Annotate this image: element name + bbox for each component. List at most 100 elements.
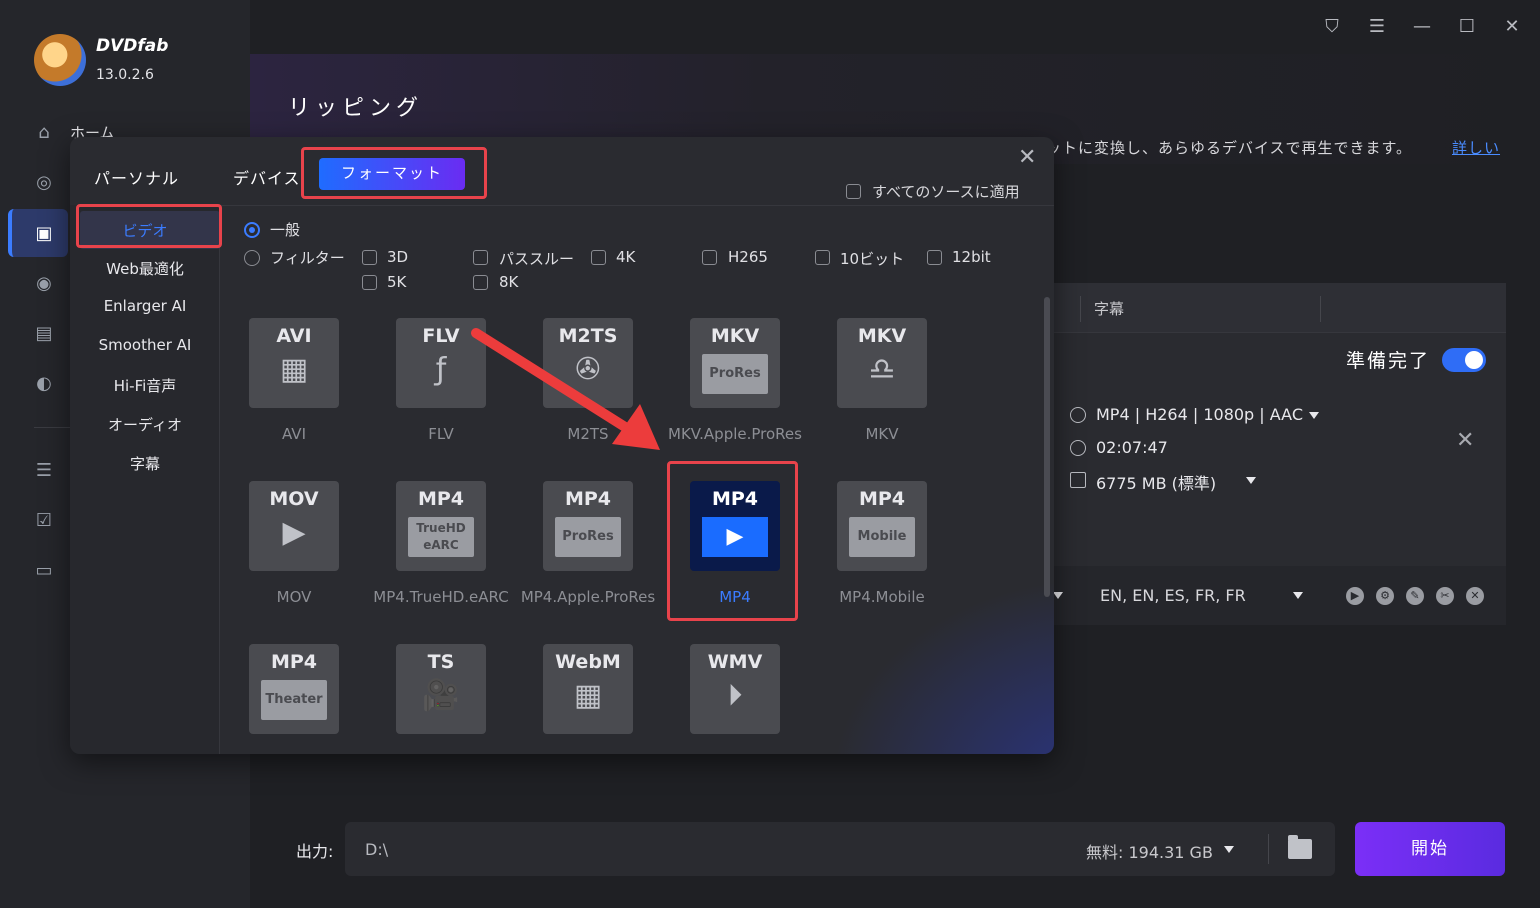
format-mkv-prores-tile[interactable]: MKV ProRes — [690, 318, 780, 408]
settings-icon[interactable]: ⚙ — [1376, 587, 1394, 605]
filter-3d-label[interactable]: 3D — [387, 248, 408, 266]
filter-12bit-checkbox[interactable] — [927, 250, 942, 265]
filter-10bit-label[interactable]: 10ビット — [840, 248, 904, 269]
maximize-icon[interactable]: ☐ — [1454, 14, 1480, 40]
free-space-dropdown-icon[interactable] — [1224, 846, 1234, 853]
more-info-link[interactable]: 詳しい — [1452, 137, 1500, 158]
menu-icon[interactable]: ☰ — [1364, 14, 1390, 40]
filter-10bit-checkbox[interactable] — [815, 250, 830, 265]
filter-4k-label[interactable]: 4K — [616, 248, 635, 266]
category-smoother-ai[interactable]: Smoother AI — [70, 336, 220, 354]
format-code: WebM — [555, 651, 621, 673]
format-flv-tile[interactable]: FLV ƒ — [396, 318, 486, 408]
profile-value[interactable]: MP4 | H264 | 1080p | AAC — [1096, 405, 1303, 424]
task-queue-icon[interactable]: ☰ — [34, 461, 54, 481]
output-path[interactable]: D:\ — [365, 840, 388, 859]
filter-passthrough-checkbox[interactable] — [473, 250, 488, 265]
format-sub-badge: Theater — [261, 680, 327, 720]
size-value[interactable]: 6775 MB (標準) — [1096, 470, 1216, 494]
archive-icon[interactable]: ▭ — [34, 561, 54, 581]
format-mp4-truehd-tile[interactable]: MP4 TrueHD eARC — [396, 481, 486, 571]
brand-name: DVDfab — [96, 36, 169, 56]
format-ts-tile[interactable]: TS 🎥 — [396, 644, 486, 734]
mode-general-label[interactable]: 一般 — [270, 219, 300, 240]
category-hifi-audio[interactable]: Hi-Fi音声 — [70, 375, 220, 396]
size-dropdown-icon[interactable] — [1246, 477, 1256, 484]
format-m2ts-label[interactable]: M2TS — [513, 425, 663, 443]
radio-filter[interactable] — [244, 250, 260, 266]
format-wmv-tile[interactable]: WMV ⏵ — [690, 644, 780, 734]
format-mp4-prores-tile[interactable]: MP4 ProRes — [543, 481, 633, 571]
mkv-icon: ♎ — [868, 352, 896, 387]
radio-general[interactable] — [244, 222, 260, 238]
apply-all-checkbox[interactable] — [846, 184, 861, 199]
format-sub-badge: ProRes — [555, 517, 621, 557]
filter-h265-label[interactable]: H265 — [728, 248, 768, 266]
folder-icon[interactable] — [1288, 835, 1312, 859]
filter-passthrough-label[interactable]: パススルー — [499, 248, 574, 269]
home-icon[interactable]: ⌂ — [34, 123, 54, 143]
mode-filter-label[interactable]: フィルター — [270, 247, 345, 268]
audio-left-dropdown-icon[interactable] — [1053, 592, 1063, 599]
finished-icon[interactable]: ☑ — [34, 511, 54, 531]
filter-5k-checkbox[interactable] — [362, 275, 377, 290]
minimize-icon[interactable]: — — [1409, 14, 1435, 40]
ready-toggle[interactable] — [1442, 348, 1486, 372]
format-flv-label[interactable]: FLV — [366, 425, 516, 443]
format-mp4-mobile-tile[interactable]: MP4 Mobile — [837, 481, 927, 571]
filter-4k-checkbox[interactable] — [591, 250, 606, 265]
filter-3d-checkbox[interactable] — [362, 250, 377, 265]
filter-12bit-label[interactable]: 12bit — [952, 248, 991, 266]
category-web[interactable]: Web最適化 — [70, 258, 220, 279]
format-mkv-label[interactable]: MKV — [807, 425, 957, 443]
audio-dropdown-icon[interactable] — [1293, 592, 1303, 599]
format-mp4-truehd-label[interactable]: MP4.TrueHD.eARC — [366, 588, 516, 606]
filter-8k-label[interactable]: 8K — [499, 273, 518, 291]
skin-icon[interactable]: ⛉ — [1319, 14, 1345, 40]
format-mov-label[interactable]: MOV — [219, 588, 369, 606]
trim-icon[interactable]: ✂ — [1436, 587, 1454, 605]
column-separator — [1320, 296, 1321, 322]
format-mkv-prores-label[interactable]: MKV.Apple.ProRes — [660, 425, 810, 443]
format-avi-label[interactable]: AVI — [219, 425, 369, 443]
filter-h265-checkbox[interactable] — [702, 250, 717, 265]
size-icon — [1070, 472, 1086, 488]
format-list-scrollbar[interactable] — [1044, 297, 1050, 597]
remove-task-icon[interactable]: ✕ — [1456, 428, 1474, 453]
format-mp4-prores-label[interactable]: MP4.Apple.ProRes — [513, 588, 663, 606]
category-subtitle[interactable]: 字幕 — [70, 453, 220, 474]
format-code: MP4 — [564, 488, 612, 510]
profile-icon — [1070, 407, 1086, 423]
tab-device[interactable]: デバイス — [233, 165, 301, 189]
format-mp4-mobile-label[interactable]: MP4.Mobile — [807, 588, 957, 606]
film-icon: ▦ — [573, 678, 603, 713]
creator-icon[interactable]: ◉ — [34, 274, 54, 294]
video-converter-icon[interactable]: ▤ — [34, 324, 54, 344]
ai-icon[interactable]: ◐ — [34, 374, 54, 394]
free-space[interactable]: 無料: 194.31 GB — [1086, 839, 1213, 863]
filter-5k-label[interactable]: 5K — [387, 273, 406, 291]
delete-icon[interactable]: ✕ — [1466, 587, 1484, 605]
filter-8k-checkbox[interactable] — [473, 275, 488, 290]
format-mp4-theater-tile[interactable]: MP4 Theater — [249, 644, 339, 734]
format-webm-tile[interactable]: WebM ▦ — [543, 644, 633, 734]
start-button[interactable]: 開始 — [1355, 822, 1505, 876]
format-avi-tile[interactable]: AVI ▦ — [249, 318, 339, 408]
format-modal: パーソナル デバイス フォーマット ✕ すべてのソースに適用 ビデオ Web最適… — [70, 137, 1054, 754]
format-mkv-tile[interactable]: MKV ♎ — [837, 318, 927, 408]
copy-icon[interactable]: ◎ — [34, 173, 54, 193]
close-modal-icon[interactable]: ✕ — [1018, 145, 1036, 170]
apply-all-label[interactable]: すべてのソースに適用 — [872, 181, 1020, 202]
profile-dropdown-icon[interactable] — [1309, 412, 1319, 419]
format-code: FLV — [422, 325, 460, 347]
audio-tracks[interactable]: EN, EN, ES, FR, FR — [1100, 586, 1246, 605]
close-window-icon[interactable]: ✕ — [1499, 14, 1525, 40]
category-enlarger-ai[interactable]: Enlarger AI — [70, 297, 220, 315]
category-audio[interactable]: オーディオ — [70, 414, 220, 435]
tab-personal[interactable]: パーソナル — [94, 165, 179, 189]
play-preview-icon[interactable]: ▶ — [1346, 587, 1364, 605]
edit-icon[interactable]: ✎ — [1406, 587, 1424, 605]
ripper-icon[interactable]: ▣ — [34, 224, 54, 244]
format-mov-tile[interactable]: MOV ▶ — [249, 481, 339, 571]
format-m2ts-tile[interactable]: M2TS ✇ — [543, 318, 633, 408]
